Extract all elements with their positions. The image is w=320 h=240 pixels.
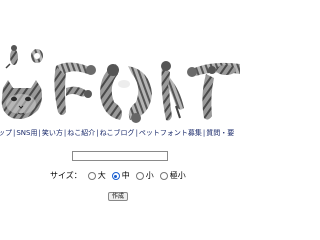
nav-link-questions[interactable]: 質問・要 [206,129,234,137]
page: ップ|SNS用|笑い方|ねこ紹介|ねこブログ|ペットフォント募集|質問・要 サイ… [0,0,240,240]
size-option-label: 極小 [169,171,186,180]
cat-glyph-dot-1 [5,45,18,69]
radio-tiny[interactable] [159,172,168,180]
nav-link-sns[interactable]: SNS用 [16,129,37,137]
size-selector: サイズ： 大 中 小 極小 [50,171,192,181]
cat-glyph-f [54,62,96,115]
cat-glyph-dot-2 [31,49,43,63]
size-option-label: 大 [97,171,106,180]
nav-link-top[interactable]: ップ [0,129,12,137]
size-option-medium[interactable]: 中 [111,171,130,181]
cat-glyph-n [161,61,184,121]
size-option-small[interactable]: 小 [135,171,154,181]
create-button[interactable]: 作成 [108,192,128,201]
nav-link-cat-blog[interactable]: ねこブログ [100,129,135,137]
radio-large[interactable] [87,172,96,180]
nav-link-cat-intro[interactable]: ねこ紹介 [67,129,95,137]
cat-glyph-o [100,64,152,123]
text-input[interactable] [72,151,168,161]
size-option-label: 中 [121,171,130,180]
cat-font-logo [1,45,240,123]
size-option-tiny[interactable]: 極小 [159,171,186,181]
radio-medium[interactable] [111,172,120,180]
size-option-large[interactable]: 大 [87,171,106,181]
size-label: サイズ： [50,171,82,180]
cat-glyph-face [1,80,42,119]
radio-small[interactable] [135,172,144,180]
nav-link-laugh[interactable]: 笑い方 [42,129,63,137]
size-option-label: 小 [145,171,154,180]
nav-link-pet-font[interactable]: ペットフォント募集 [139,129,202,137]
cat-glyph-t [187,62,240,120]
nav-bar: ップ|SNS用|笑い方|ねこ紹介|ねこブログ|ペットフォント募集|質問・要 [0,129,248,138]
